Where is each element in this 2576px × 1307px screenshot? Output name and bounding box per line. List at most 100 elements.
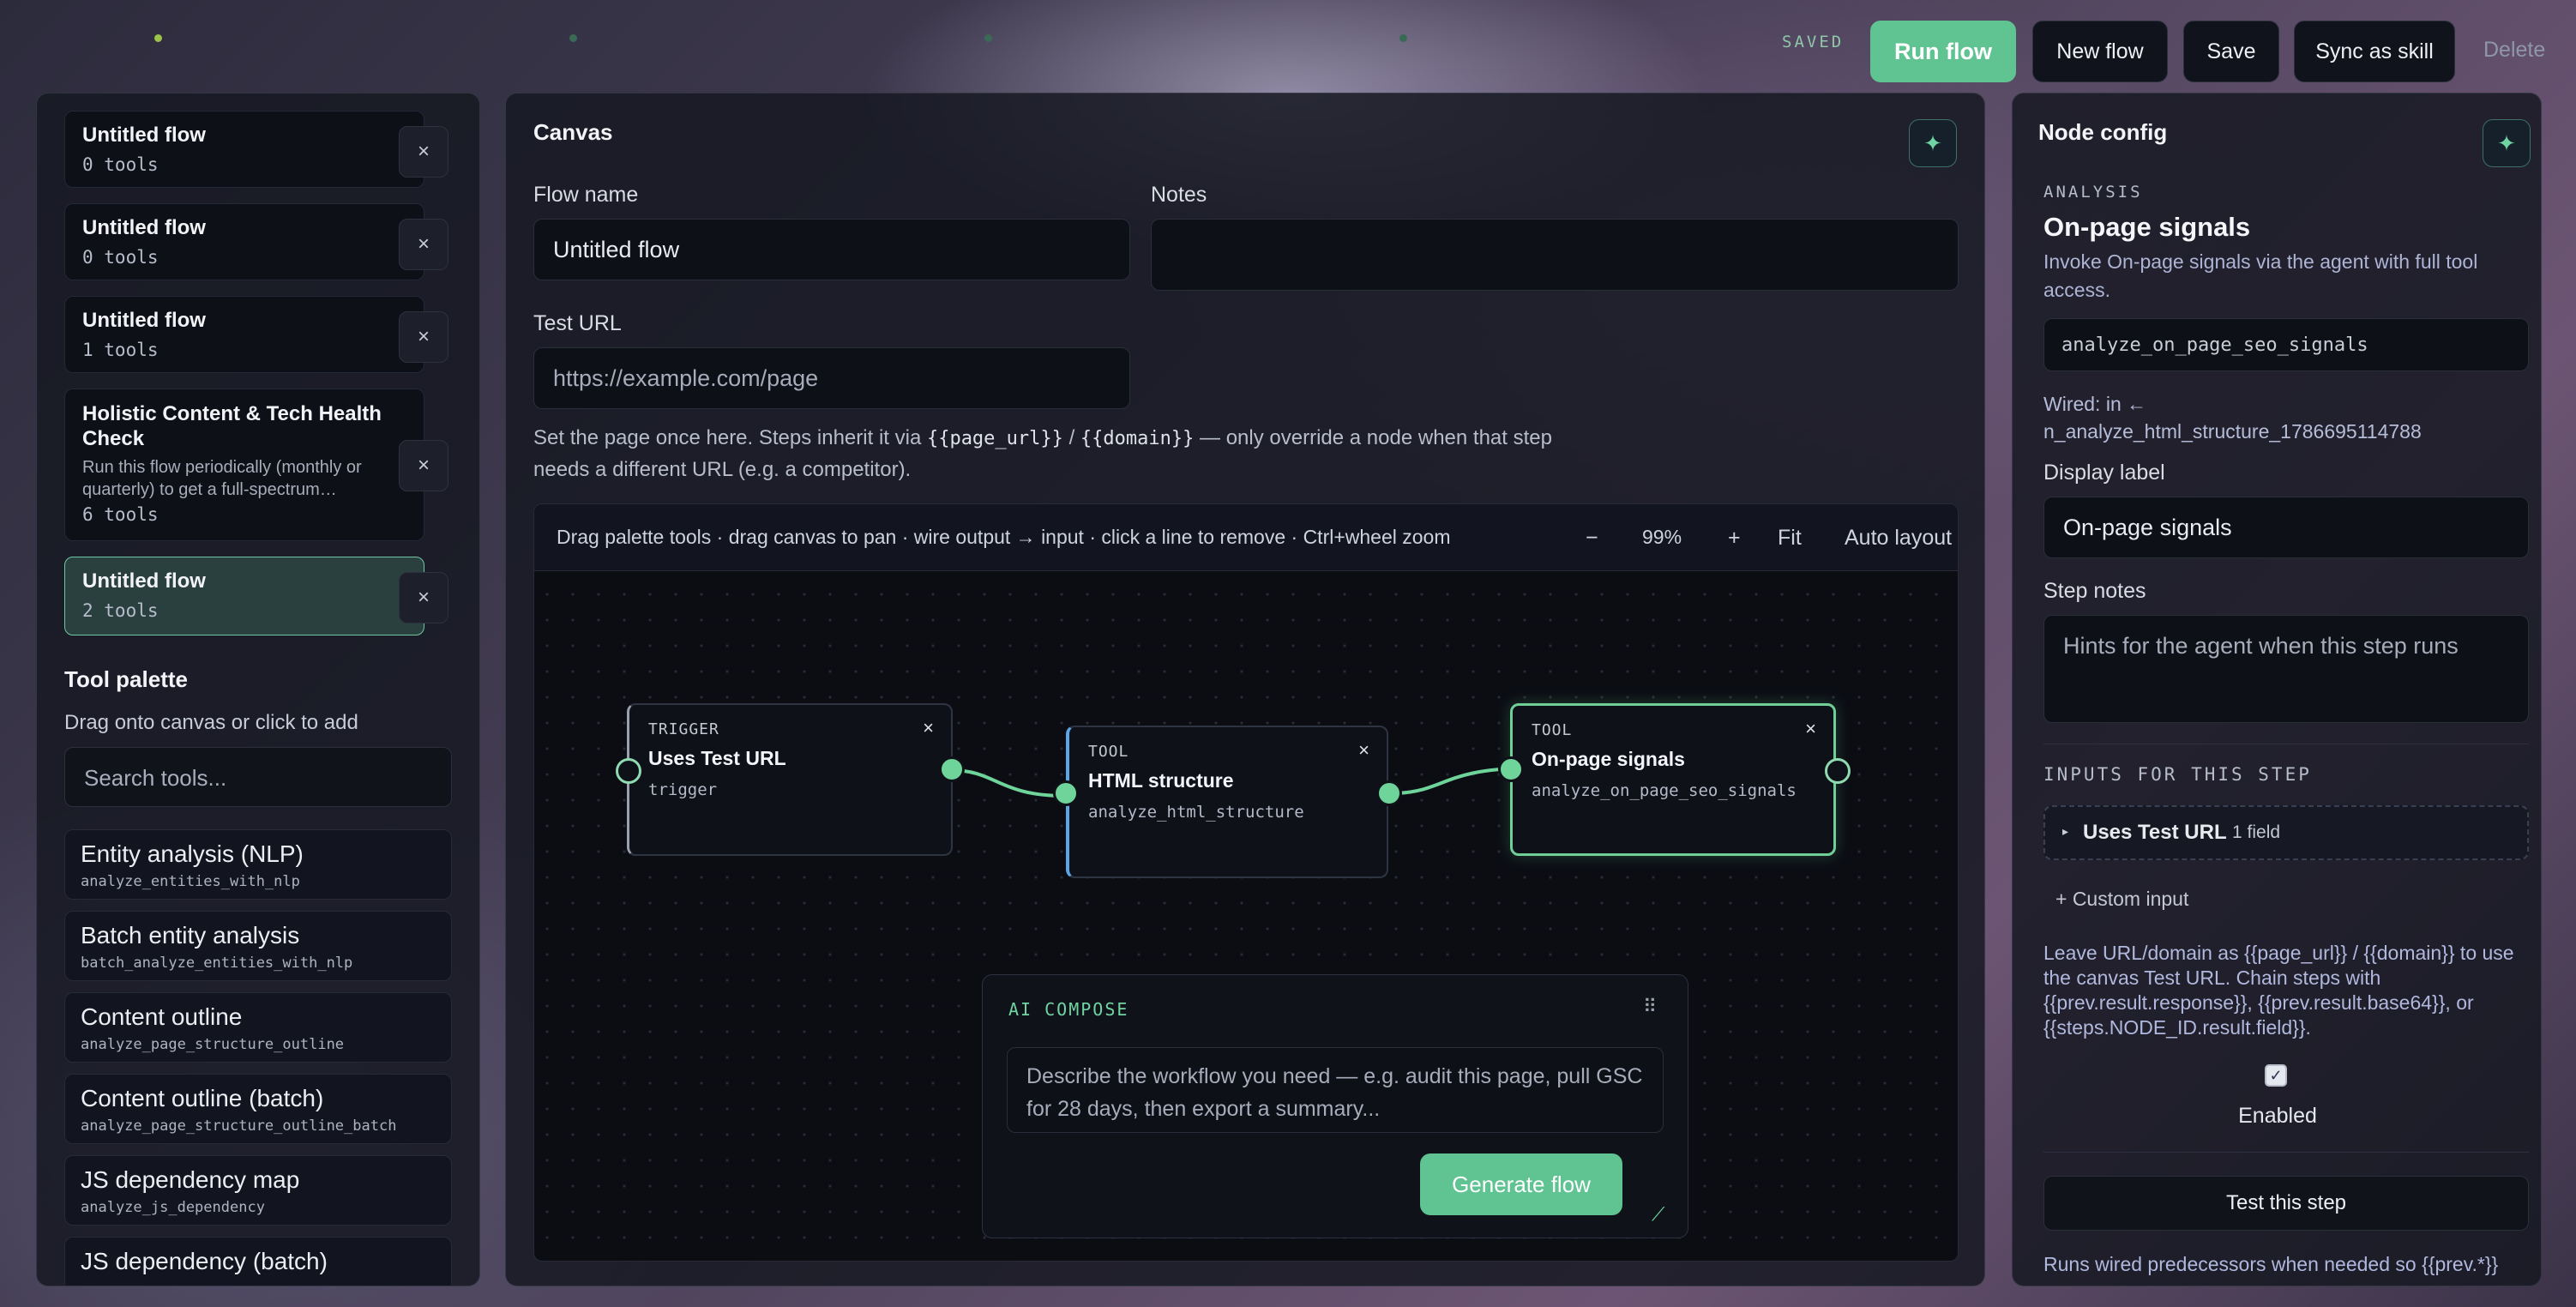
inputs-title: INPUTS FOR THIS STEP <box>2043 764 2312 785</box>
tool-node[interactable]: TOOL HTML structure analyze_html_structu… <box>1066 726 1388 878</box>
display-label-label: Display label <box>2043 461 2165 485</box>
run-flow-button[interactable]: Run flow <box>1870 21 2016 82</box>
flow-item[interactable]: Holistic Content & Tech Health Check Run… <box>64 388 424 541</box>
remove-flow-button[interactable]: × <box>399 572 448 623</box>
node-title: Uses Test URL <box>648 747 786 769</box>
flow-tool-count: 1 tools <box>82 340 159 360</box>
input-group[interactable]: ▸ Uses Test URL 1 field <box>2043 805 2529 860</box>
save-status: SAVED <box>1782 33 1845 51</box>
palette-tool[interactable]: Entity analysis (NLP) analyze_entities_w… <box>64 829 452 900</box>
palette-tool[interactable]: Batch entity analysis batch_analyze_enti… <box>64 911 452 981</box>
tool-name: Entity analysis (NLP) <box>81 840 304 867</box>
palette-tool[interactable]: Content outline (batch) analyze_page_str… <box>64 1074 452 1144</box>
flow-item[interactable]: Untitled flow 1 tools <box>64 296 424 373</box>
close-icon: × <box>417 454 430 477</box>
node-title: HTML structure <box>1088 769 1234 792</box>
compose-input[interactable]: Describe the workflow you need — e.g. au… <box>1007 1047 1664 1133</box>
tool-function: analyze_js_dependency <box>81 1199 265 1216</box>
flow-name-label: Flow name <box>533 183 639 207</box>
wired-source: n_analyze_html_structure_1786695114788 <box>2043 420 2422 443</box>
notes-textarea[interactable] <box>1151 219 1959 291</box>
step-notes-textarea[interactable]: Hints for the agent when this step runs <box>2043 615 2529 723</box>
enabled-checkbox[interactable]: ✓ <box>2265 1064 2287 1087</box>
status-dot <box>1399 34 1407 42</box>
flow-title: Holistic Content & Tech Health Check <box>82 402 382 450</box>
hint-text: Set the page once here. Steps inherit it… <box>533 426 927 449</box>
input-count: 1 field <box>2232 822 2281 842</box>
test-step-button[interactable]: Test this step <box>2043 1176 2529 1231</box>
step-notes-label: Step notes <box>2043 579 2146 603</box>
delete-button[interactable]: Delete <box>2483 38 2545 63</box>
save-button[interactable]: Save <box>2183 21 2279 82</box>
output-port[interactable] <box>1825 758 1851 784</box>
palette-title: Tool palette <box>64 666 188 692</box>
flow-item-selected[interactable]: Untitled flow 2 tools <box>64 557 424 635</box>
palette-hint: Drag onto canvas or click to add <box>64 711 358 734</box>
sync-skill-button[interactable]: Sync as skill <box>2294 21 2455 82</box>
drag-handle-icon[interactable]: ⠿ <box>1643 996 1657 1018</box>
flow-tool-count: 0 tools <box>82 247 159 268</box>
test-step-hint: Runs wired predecessors when needed so {… <box>2043 1253 2499 1275</box>
display-label-input[interactable]: On-page signals <box>2043 497 2529 558</box>
close-icon[interactable]: × <box>923 717 934 739</box>
flow-tool-count: 0 tools <box>82 154 159 175</box>
output-port[interactable] <box>1376 780 1402 806</box>
node-title: On-page signals <box>1532 748 1685 770</box>
input-port[interactable] <box>1498 756 1524 782</box>
input-port[interactable] <box>616 758 641 784</box>
trigger-node[interactable]: TRIGGER Uses Test URL trigger × <box>627 703 953 856</box>
flow-title: Untitled flow <box>82 216 206 239</box>
flow-tool-count: 6 tools <box>82 504 159 525</box>
generate-flow-button[interactable]: Generate flow <box>1420 1153 1622 1215</box>
flow-title: Untitled flow <box>82 309 206 332</box>
tool-name: Batch entity analysis <box>81 922 300 949</box>
tool-name: Content outline <box>81 1003 243 1030</box>
node-function: trigger <box>648 780 718 799</box>
flow-item[interactable]: Untitled flow 0 tools <box>64 111 424 188</box>
input-port[interactable] <box>1053 780 1079 806</box>
tool-name: JS dependency map <box>81 1166 300 1193</box>
tool-search-input[interactable]: Search tools... <box>64 747 452 807</box>
status-dot <box>984 34 992 42</box>
test-url-hint: Set the page once here. Steps inherit it… <box>533 423 1562 485</box>
sparkle-icon[interactable]: ✦ <box>1909 119 1957 167</box>
tool-function: batch_analyze_entities_with_nlp <box>81 955 353 972</box>
top-bar: SAVED Run flow New flow Save Sync as ski… <box>0 0 2576 94</box>
test-url-input[interactable]: https://example.com/page <box>533 347 1130 409</box>
sparkle-icon[interactable]: ✦ <box>2483 119 2531 167</box>
flow-canvas[interactable]: Drag palette tools · drag canvas to pan … <box>533 503 1959 1262</box>
resize-handle-icon[interactable]: ⟋ <box>1652 1203 1664 1226</box>
new-flow-button[interactable]: New flow <box>2032 21 2168 82</box>
flow-name-input[interactable]: Untitled flow <box>533 219 1130 280</box>
flow-item[interactable]: Untitled flow 0 tools <box>64 203 424 280</box>
remove-flow-button[interactable]: × <box>399 440 448 491</box>
remove-flow-button[interactable]: × <box>399 126 448 178</box>
wired-label: Wired: in ← <box>2043 393 2147 415</box>
tool-function: analyze_page_structure_outline <box>81 1036 345 1053</box>
close-icon[interactable]: × <box>1358 739 1369 762</box>
node-function: analyze_html_structure <box>1088 803 1304 822</box>
custom-input-button[interactable]: + Custom input <box>2055 888 2188 911</box>
hint-text: / <box>1062 426 1080 449</box>
palette-tool[interactable]: JS dependency map analyze_js_dependency <box>64 1155 452 1226</box>
tool-node-selected[interactable]: TOOL On-page signals analyze_on_page_seo… <box>1510 703 1836 856</box>
node-description: Invoke On-page signals via the agent wit… <box>2043 250 2478 301</box>
flow-description: Run this flow periodically (monthly or q… <box>82 458 362 499</box>
flow-title: Untitled flow <box>82 123 206 147</box>
function-field[interactable]: analyze_on_page_seo_signals <box>2043 318 2529 371</box>
output-port[interactable] <box>939 756 965 782</box>
remove-flow-button[interactable]: × <box>399 219 448 270</box>
palette-tool[interactable]: Content outline analyze_page_structure_o… <box>64 992 452 1063</box>
wire-connection[interactable] <box>949 768 1067 798</box>
close-icon: × <box>417 325 430 348</box>
close-icon: × <box>417 586 430 609</box>
close-icon: × <box>417 140 430 163</box>
close-icon[interactable]: × <box>1805 718 1816 740</box>
palette-tool[interactable]: JS dependency (batch) <box>64 1237 452 1286</box>
flow-title: Untitled flow <box>82 569 206 593</box>
input-name: Uses Test URL <box>2083 821 2227 844</box>
remove-flow-button[interactable]: × <box>399 311 448 363</box>
chevron-right-icon: ▸ <box>2062 824 2069 838</box>
status-dot <box>569 34 577 42</box>
status-dot <box>154 34 162 42</box>
